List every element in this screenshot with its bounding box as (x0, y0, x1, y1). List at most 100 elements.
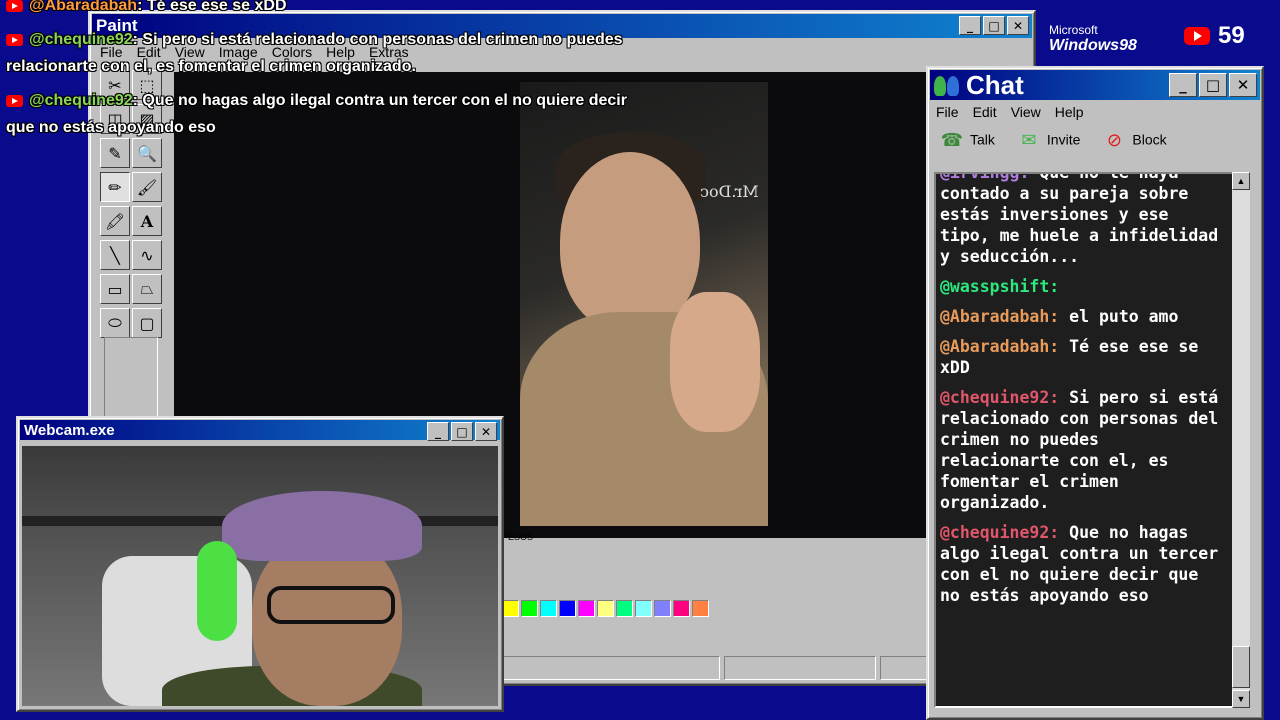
chat-titlebar[interactable]: Chat _ □ ✕ (930, 70, 1260, 100)
chat-username: @chequine92: (940, 388, 1060, 407)
chat-message: @irvingg: Que no le haya contado a su pa… (940, 172, 1228, 267)
minimize-button[interactable]: _ (427, 422, 449, 441)
youtube-icon (6, 33, 23, 46)
overlay-chat-line: que no estás apoyando eso (6, 114, 216, 142)
chat-username: @irvingg: (940, 172, 1030, 182)
chat-username: @wasspshift: (940, 277, 1060, 296)
overlay-username: @Abaradabah (29, 0, 138, 14)
color-swatch[interactable] (502, 600, 519, 617)
chat-scrollbar[interactable]: ▲ ▼ (1232, 172, 1250, 708)
chat-menu-file[interactable]: File (936, 104, 959, 120)
color-palette (502, 600, 709, 617)
talk-button[interactable]: ☎ Talk (940, 130, 995, 152)
video-frame: Mr.Doc (520, 82, 768, 526)
chat-message: @chequine92: Si pero si está relacionado… (940, 387, 1228, 513)
scroll-up-icon[interactable]: ▲ (1232, 172, 1250, 190)
video-person-face (560, 152, 700, 332)
video-logo: Mr.Doc (700, 182, 759, 201)
close-button[interactable]: ✕ (1007, 16, 1029, 35)
color-swatch[interactable] (692, 600, 709, 617)
msn-buddies-icon (934, 74, 960, 96)
brush-tool-icon[interactable]: 🖌 (132, 172, 162, 202)
color-swatch[interactable] (673, 600, 690, 617)
video-person-hand (670, 292, 760, 432)
chat-username: @Abaradabah: (940, 307, 1060, 326)
color-swatch[interactable] (654, 600, 671, 617)
webcam-window: Webcam.exe _ □ ✕ (16, 416, 504, 712)
scroll-thumb[interactable] (1232, 646, 1250, 688)
close-button[interactable]: ✕ (1229, 73, 1257, 97)
streamer-glasses (267, 586, 395, 624)
block-button[interactable]: ⊘ Block (1102, 130, 1167, 152)
pencil-tool-icon[interactable]: ✏ (100, 172, 130, 202)
maximize-button[interactable]: □ (983, 16, 1005, 35)
overlay-text: que no estás apoyando eso (6, 119, 216, 136)
chat-message: @wasspshift: (940, 276, 1228, 297)
chat-menu-help[interactable]: Help (1055, 104, 1084, 120)
block-icon: ⊘ (1106, 130, 1122, 151)
chat-menu-view[interactable]: View (1011, 104, 1041, 120)
color-swatch[interactable] (635, 600, 652, 617)
overlay-text: : Si pero si está relacionado con person… (132, 31, 623, 48)
chat-messages-pane[interactable]: @irvingg: Que no le haya contado a su pa… (934, 172, 1234, 708)
chat-message-text: Que no le haya contado a su pareja sobre… (940, 172, 1219, 266)
chat-title: Chat (966, 69, 1024, 100)
color-swatch[interactable] (540, 600, 557, 617)
webcam-title: Webcam.exe (24, 421, 115, 439)
magnifier-tool-icon[interactable]: 🔍 (132, 138, 162, 168)
canvas-caption: PESOS (502, 532, 534, 542)
chat-username: @chequine92: (940, 523, 1060, 542)
invite-button[interactable]: ✉ Invite (1017, 130, 1080, 152)
ellipse-tool-icon[interactable]: ⬭ (100, 308, 130, 338)
color-swatch[interactable] (578, 600, 595, 617)
scroll-down-icon[interactable]: ▼ (1232, 690, 1250, 708)
microsoft-text: Microsoft (1049, 23, 1098, 37)
youtube-viewer-counter: 59 (1184, 22, 1245, 50)
airbrush-tool-icon[interactable]: 🖍 (100, 206, 130, 236)
youtube-icon (6, 94, 23, 107)
polygon-tool-icon[interactable]: ⏢ (132, 274, 162, 304)
overlay-text: : Té ese ese se xDD (137, 0, 287, 14)
chat-menubar: File Edit View Help (928, 102, 1262, 122)
windows98-text: Windows98 (1049, 37, 1137, 55)
color-picker-tool-icon[interactable]: ✎ (100, 138, 130, 168)
rounded-rect-tool-icon[interactable]: ▢ (132, 308, 162, 338)
overlay-text: : Que no hagas algo ilegal contra un ter… (132, 92, 627, 109)
color-swatch[interactable] (616, 600, 633, 617)
text-tool-icon[interactable]: A (132, 206, 162, 236)
minimize-button[interactable]: _ (1169, 73, 1197, 97)
invite-icon: ✉ (1021, 130, 1037, 151)
chat-menu-edit[interactable]: Edit (973, 104, 997, 120)
chat-message-text: el puto amo (1069, 307, 1179, 326)
maximize-button[interactable]: □ (451, 422, 473, 441)
windows98-logo: Microsoft Windows98 (1049, 23, 1137, 55)
chat-message: @chequine92: Que no hagas algo ilegal co… (940, 522, 1228, 606)
webcam-titlebar[interactable]: Webcam.exe _ □ ✕ (20, 420, 500, 441)
status-panel (502, 656, 720, 680)
youtube-icon (1184, 27, 1210, 45)
webcam-feed (22, 446, 498, 706)
minimize-button[interactable]: _ (959, 16, 981, 35)
viewer-count: 59 (1218, 22, 1245, 49)
color-swatch[interactable] (597, 600, 614, 617)
overlay-text: relacionarte con el, es fomentar el crim… (6, 58, 416, 75)
talk-icon: ☎ (940, 130, 964, 151)
maximize-button[interactable]: □ (1199, 73, 1227, 97)
streamer-cap (222, 491, 422, 561)
overlay-chat-line: @Abaradabah: Té ese ese se xDD (6, 0, 287, 20)
curve-tool-icon[interactable]: ∿ (132, 240, 162, 270)
overlay-username: @chequine92 (29, 31, 133, 48)
chat-message: @Abaradabah: Té ese ese se xDD (940, 336, 1228, 378)
block-label: Block (1132, 131, 1167, 148)
chat-window: Chat _ □ ✕ File Edit View Help ☎ Talk ✉ In… (926, 66, 1264, 720)
streamer-headset (197, 541, 237, 641)
invite-label: Invite (1046, 131, 1081, 148)
close-button[interactable]: ✕ (475, 422, 497, 441)
color-swatch[interactable] (521, 600, 538, 617)
line-tool-icon[interactable]: ╲ (100, 240, 130, 270)
color-swatch[interactable] (559, 600, 576, 617)
chat-username: @Abaradabah: (940, 337, 1060, 356)
rectangle-tool-icon[interactable]: ▭ (100, 274, 130, 304)
overlay-chat-line: relacionarte con el, es fomentar el crim… (6, 53, 416, 81)
status-panel (724, 656, 876, 680)
